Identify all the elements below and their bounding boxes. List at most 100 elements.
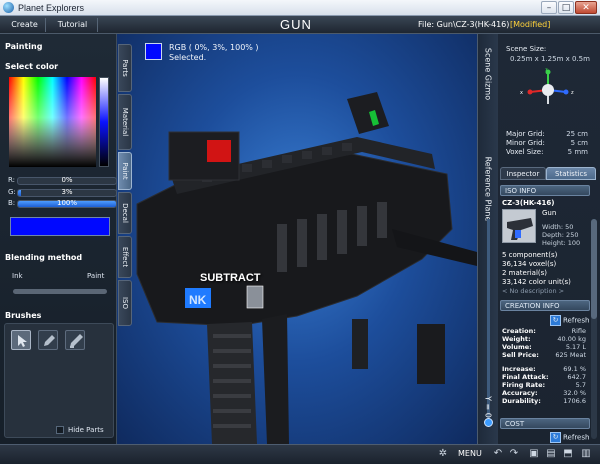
selected-color-info: RGB ( 0%, 3%, 100% ) Selected. (169, 43, 259, 63)
hide-parts-checkbox[interactable] (56, 426, 64, 434)
redo-icon[interactable]: ↷ (508, 448, 520, 460)
editor-side-tabs: Parts Material Paint Decal Effect ISO (117, 34, 132, 444)
tab-effect-label: Effect (121, 246, 129, 268)
close-button[interactable]: ✕ (575, 1, 597, 14)
select-color-title: Select color (5, 62, 59, 71)
stat-weight-value: 40.00 kg (557, 335, 586, 343)
iso-name: CZ-3(HK-416) (502, 199, 555, 207)
bottom-toolbar: ✲ MENU ↶ ↷ ▣ ▤ ⬒ ▥ (0, 444, 600, 464)
iso-materials: 2 material(s) (502, 269, 548, 277)
color-picker-field[interactable] (9, 77, 96, 167)
reference-plane-slider[interactable] (487, 219, 490, 424)
tab-statistics[interactable]: Statistics (546, 167, 596, 180)
stat-sell-price-label: Sell Price: (502, 351, 539, 359)
window-title-bar: Planet Explorers – □ ✕ (0, 0, 600, 16)
paint-label: Paint (87, 272, 105, 280)
planet-logo-icon (3, 2, 14, 13)
stat-final-attack-value: 642.7 (567, 373, 586, 381)
top-menu-bar: Create Tutorial GUN File: Gun\CZ-3(HK-41… (0, 16, 600, 34)
selected-color-preview (10, 217, 110, 236)
iso-type: Gun (542, 209, 557, 217)
open-file-icon[interactable]: ▤ (545, 448, 557, 460)
stat-firing-rate-value: 5.7 (575, 381, 586, 389)
tab-iso-label: ISO (121, 296, 129, 310)
window-controls: – □ ✕ (540, 1, 597, 14)
iso-height: Height: 100 (542, 239, 581, 247)
stat-final-attack-label: Final Attack: (502, 373, 549, 381)
maximize-button[interactable]: □ (558, 1, 574, 14)
stat-volume-label: Volume: (502, 343, 532, 351)
inspector-panel: Scene Size: 0.25m x 1.25m x 0.5m y x z M… (498, 34, 600, 444)
scene-size-label: Scene Size: (506, 45, 547, 53)
svg-text:NK: NK (189, 293, 207, 307)
blending-method-title: Blending method (5, 253, 83, 262)
create-button[interactable]: Create (4, 18, 46, 32)
scene-gizmo-tab[interactable]: Scene Gizmo (484, 48, 493, 100)
brightness-slider[interactable] (99, 77, 109, 167)
cost-header: COST (500, 418, 590, 429)
tab-decal-label: Decal (121, 203, 129, 223)
reference-plane-tab[interactable]: Reference Plane (484, 157, 493, 222)
minor-grid-label: Minor Grid: (506, 139, 545, 147)
brush-mode-label: SUBTRACT (200, 272, 261, 284)
delete-icon[interactable]: ▥ (580, 448, 592, 460)
inspector-scrollbar[interactable] (591, 219, 597, 439)
tab-decal[interactable]: Decal (118, 192, 132, 234)
axis-gizmo[interactable]: y x z (518, 68, 578, 112)
export-icon[interactable]: ⬒ (562, 448, 574, 460)
scene-side-strip: Scene Gizmo Reference Plane Y = 0 (477, 34, 498, 444)
pen-brush-button[interactable] (65, 330, 85, 350)
select-brush-icon (18, 335, 27, 347)
tab-effect[interactable]: Effect (118, 236, 132, 278)
tab-inspector[interactable]: Inspector (500, 167, 546, 180)
menu-button[interactable]: MENU (458, 449, 482, 458)
tab-material[interactable]: Material (118, 94, 132, 150)
creation-refresh-button[interactable]: Refresh (550, 315, 589, 325)
y-axis-label: y (545, 68, 548, 72)
window-title: Planet Explorers (18, 2, 85, 13)
stat-creation-value: Rifle (571, 327, 586, 335)
gun-voxel-model[interactable]: NK (117, 34, 477, 444)
iso-voxels: 36,134 voxel(s) (502, 260, 557, 268)
tab-parts[interactable]: Parts (118, 44, 132, 92)
reference-plane-knob[interactable] (484, 418, 493, 427)
tab-parts-label: Parts (121, 59, 129, 77)
tab-paint-label: Paint (121, 162, 129, 180)
save-icon[interactable]: ▣ (528, 448, 540, 460)
green-label: G: (8, 188, 16, 196)
stat-durability-label: Durability: (502, 397, 541, 405)
tutorial-button[interactable]: Tutorial (48, 18, 98, 32)
iso-components: 5 component(s) (502, 251, 558, 259)
iso-width: Width: 50 (542, 223, 574, 231)
select-brush-button[interactable] (11, 330, 31, 350)
file-name: File: Gun\CZ-3(HK-416) (418, 20, 510, 29)
iso-depth: Depth: 250 (542, 231, 579, 239)
blue-value: 100% (56, 199, 77, 207)
major-grid-value: 25 cm (566, 130, 588, 138)
stat-increase-label: Increase: (502, 365, 536, 373)
scene-size-value: 0.25m x 1.25m x 0.5m (510, 55, 590, 63)
tab-paint[interactable]: Paint (118, 152, 132, 190)
inspector-scrollbar-thumb[interactable] (591, 219, 597, 319)
gear-icon[interactable]: ✲ (437, 448, 449, 460)
editor-window: Planet Explorers – □ ✕ Create Tutorial G… (0, 0, 600, 464)
stat-accuracy-label: Accuracy: (502, 389, 538, 397)
rgb-value-text: RGB ( 0%, 3%, 100% ) (169, 43, 259, 52)
major-grid-label: Major Grid: (506, 130, 545, 138)
minimize-button[interactable]: – (541, 1, 557, 14)
y-value-label: Y = 0 (483, 396, 493, 418)
tab-iso[interactable]: ISO (118, 280, 132, 326)
iso-info-header: ISO INFO (500, 185, 590, 196)
tab-material-label: Material (121, 107, 129, 137)
blending-slider[interactable] (13, 289, 107, 294)
iso-thumbnail (502, 209, 536, 243)
pen-icon (70, 334, 83, 348)
3d-viewport[interactable]: NK RGB ( 0%, 3%, 100% ) Selected. SUBTRA… (117, 34, 477, 444)
cost-refresh-button[interactable]: Refresh (550, 432, 589, 442)
pencil-brush-button[interactable] (38, 330, 58, 350)
undo-icon[interactable]: ↶ (492, 448, 504, 460)
brushes-box (4, 323, 114, 438)
modified-status: [Modified] (510, 20, 551, 29)
red-value: 0% (61, 176, 73, 184)
stat-weight-label: Weight: (502, 335, 531, 343)
